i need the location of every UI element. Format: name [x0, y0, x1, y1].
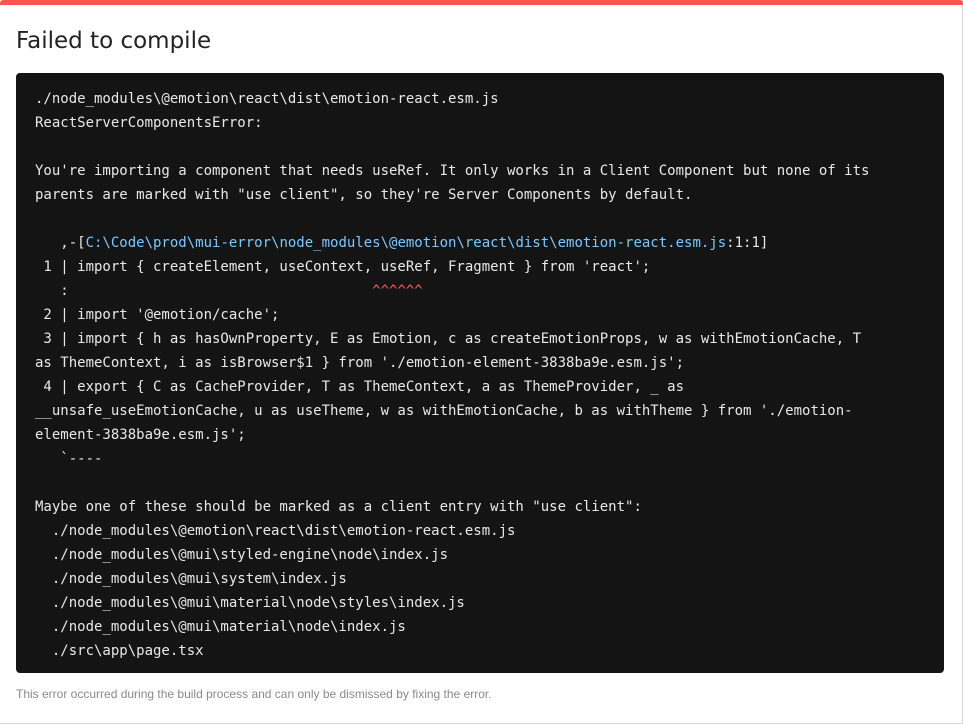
error-terminal[interactable]: ./node_modules\@emotion\react\dist\emoti…	[16, 73, 944, 673]
terminal-line-carets: : ^^^^^^	[35, 279, 944, 303]
error-code-block: ./node_modules\@emotion\react\dist\emoti…	[35, 87, 944, 663]
terminal-line: 2 | import '@emotion/cache';	[35, 307, 280, 323]
terminal-line: You're importing a component that needs …	[35, 163, 870, 179]
terminal-line-source-ref: ,-[C:\Code\prod\mui-error\node_modules\@…	[35, 231, 944, 255]
terminal-line: ReactServerComponentsError:	[35, 115, 263, 131]
terminal-line: ./node_modules\@mui\material\node\index.…	[35, 619, 406, 635]
terminal-line: element-3838ba9e.esm.js';	[35, 427, 246, 443]
terminal-line: ./node_modules\@mui\system\index.js	[35, 571, 347, 587]
terminal-line: 3 | import { h as hasOwnProperty, E as E…	[35, 331, 862, 347]
terminal-line: ./node_modules\@mui\material\node\styles…	[35, 595, 465, 611]
terminal-line: ./node_modules\@mui\styled-engine\node\i…	[35, 547, 449, 563]
error-overlay: Failed to compile ./node_modules\@emotio…	[0, 0, 963, 724]
terminal-line: ./node_modules\@emotion\react\dist\emoti…	[35, 91, 499, 107]
terminal-line: __unsafe_useEmotionCache, u as useTheme,…	[35, 403, 853, 419]
source-ref-prefix: ,-[	[35, 235, 86, 251]
terminal-line: as ThemeContext, i as isBrowser$1 } from…	[35, 355, 685, 371]
terminal-line: 1 | import { createElement, useContext, …	[35, 259, 651, 275]
terminal-line: Maybe one of these should be marked as a…	[35, 499, 642, 515]
source-file-link[interactable]: C:\Code\prod\mui-error\node_modules\@emo…	[86, 235, 727, 251]
source-location: :1:1]	[726, 235, 769, 251]
terminal-line: 4 | export { C as CacheProvider, T as Th…	[35, 379, 685, 395]
terminal-line: ./src\app\page.tsx	[35, 643, 204, 659]
terminal-line: ./node_modules\@emotion\react\dist\emoti…	[35, 523, 516, 539]
page-title: Failed to compile	[16, 28, 212, 54]
footer-message: This error occurred during the build pro…	[16, 687, 492, 701]
error-carets: ^^^^^^	[372, 283, 423, 299]
error-accent-bar	[0, 0, 963, 5]
terminal-line: `----	[35, 451, 103, 467]
caret-gutter: :	[35, 283, 373, 299]
terminal-line: parents are marked with "use client", so…	[35, 187, 693, 203]
